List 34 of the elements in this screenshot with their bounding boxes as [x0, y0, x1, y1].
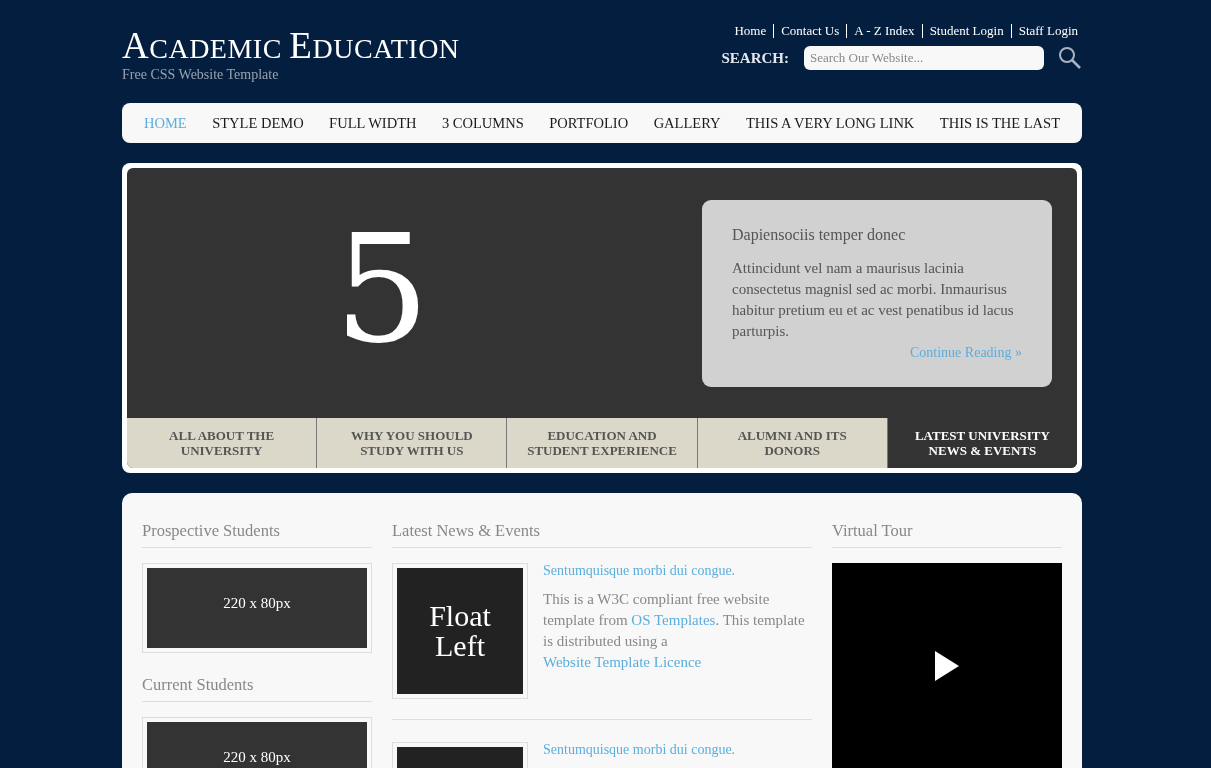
top-link[interactable]: Home: [727, 24, 774, 38]
ad-banner: 220 x 80px: [142, 717, 372, 768]
search-field[interactable]: Search Our Website...: [804, 46, 1044, 70]
search-icon[interactable]: [1058, 46, 1082, 70]
site-title: ACADEMIC EDUCATION: [122, 28, 460, 67]
nav-link[interactable]: THIS A VERY LONG LINK: [745, 114, 915, 132]
section-heading: Latest News & Events: [392, 521, 812, 548]
top-link[interactable]: A - Z Index: [846, 24, 922, 38]
nav-link[interactable]: PORTFOLIO: [549, 114, 629, 132]
search-label: SEARCH:: [721, 49, 789, 67]
nav-link[interactable]: STYLE DEMO: [212, 114, 304, 132]
ad-banner: 220 x 80px: [142, 563, 372, 653]
nav-link[interactable]: GALLERY: [653, 114, 721, 132]
slider-tab[interactable]: ALUMNI AND ITS DONORS: [696, 418, 887, 468]
top-link[interactable]: Staff Login: [1010, 24, 1082, 38]
slider-tab[interactable]: WHY YOU SHOULD STUDY WITH US: [316, 418, 507, 468]
slider-tab[interactable]: EDUCATION AND STUDENT EXPERIENCE: [506, 418, 697, 468]
top-link[interactable]: Student Login: [921, 24, 1011, 38]
caption-title: Dapiensociis temper donec: [732, 225, 907, 244]
nav-link[interactable]: 3 COLUMNS: [442, 114, 524, 132]
nav-link[interactable]: FULL WIDTH: [329, 114, 417, 132]
slider-tab[interactable]: ALL ABOUT THE UNIVERSITY: [127, 418, 317, 468]
thumbnail: Float Left: [397, 568, 523, 694]
section-heading: Virtual Tour: [832, 521, 1062, 548]
news-text: This is a W3C compliant free website template from OS Templates. This template is distributed using a Website Template Licence: [543, 590, 806, 672]
play-icon[interactable]: [935, 650, 959, 681]
nav-link[interactable]: THIS IS THE LAST: [939, 114, 1060, 132]
slide-number: 5: [333, 214, 431, 364]
slider-tab[interactable]: LATEST UNIVERSITY NEWS & EVENTS: [886, 418, 1077, 468]
site-tagline: Free CSS Website Template: [122, 67, 280, 83]
caption-text: Attincidunt vel nam a maurisus lacinia consectetus magnisl sed ac morbi. Inmaurisus habitur pretium eu et ac vest penatibus id lacus parturpis.: [732, 258, 1015, 341]
section-heading: Prospective Students: [142, 521, 372, 548]
section-heading: Current Students: [142, 675, 372, 702]
top-link[interactable]: Contact Us: [773, 24, 847, 38]
